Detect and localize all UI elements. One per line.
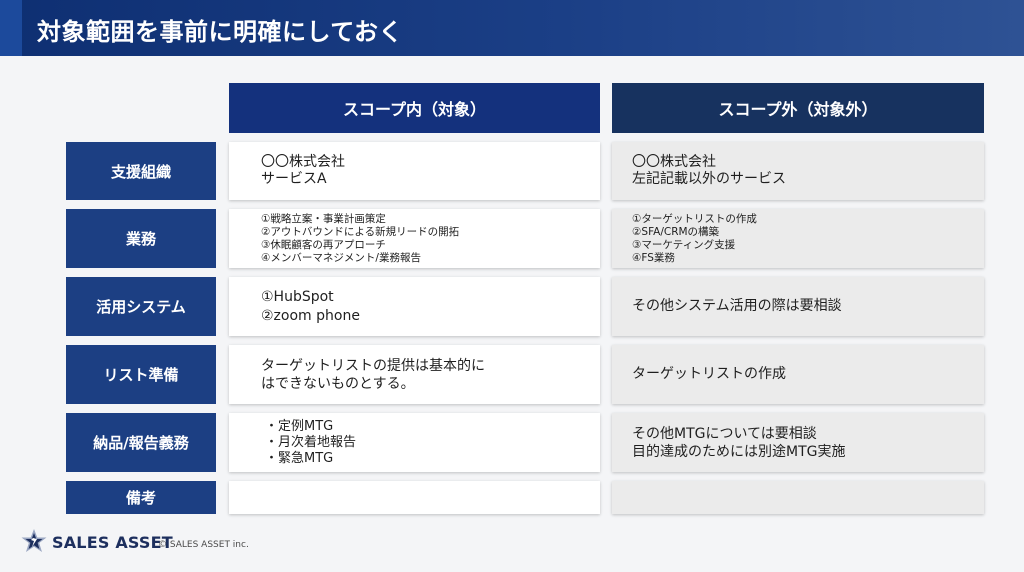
cell-line: ・定例MTG: [265, 418, 334, 434]
row-label-list-prep: リスト準備: [66, 345, 216, 404]
copyright-text: © SALES ASSET inc.: [158, 540, 249, 550]
cell-out-support-org: 〇〇株式会社 左記記載以外のサービス: [612, 142, 984, 200]
cell-line: ①ターゲットリストの作成: [632, 212, 757, 225]
cell-line: ①戦略立案・事業計画策定: [261, 212, 386, 225]
cell-out-notes: [612, 481, 984, 514]
cell-line: サービスA: [261, 171, 327, 187]
cell-line: ②アウトバウンドによる新規リードの開拓: [261, 225, 460, 238]
cell-line: 〇〇株式会社: [632, 154, 716, 170]
cell-out-systems: その他システム活用の際は要相談: [612, 277, 984, 336]
cell-line: 左記記載以外のサービス: [632, 171, 786, 187]
cell-in-systems: ①HubSpot ②zoom phone: [229, 277, 600, 336]
cell-line: 目的達成のためには別途MTG実施: [632, 443, 846, 460]
cell-out-tasks: ①ターゲットリストの作成 ②SFA/CRMの構築 ③マーケティング支援 ④FS業…: [612, 209, 984, 268]
cell-in-tasks: ①戦略立案・事業計画策定 ②アウトバウンドによる新規リードの開拓 ③休眠顧客の再…: [229, 209, 600, 268]
cell-out-list-prep: ターゲットリストの作成: [612, 345, 984, 404]
cell-line: ・緊急MTG: [265, 450, 334, 466]
brand-name: SALES ASSET: [52, 532, 173, 552]
cell-line: その他システム活用の際は要相談: [632, 298, 842, 314]
cell-line: ①HubSpot: [261, 288, 334, 305]
page-title: 対象範囲を事前に明確にしておく: [37, 18, 404, 46]
cell-line: ③休眠顧客の再アプローチ: [261, 238, 386, 251]
header-accent: [0, 0, 22, 56]
cell-in-support-org: 〇〇株式会社 サービスA: [229, 142, 600, 200]
cell-line: その他MTGについては要相談: [632, 425, 817, 442]
row-label-support-org: 支援組織: [66, 142, 216, 200]
cell-line: ・月次着地報告: [265, 434, 357, 450]
cell-in-list-prep: ターゲットリストの提供は基本的に はできないものとする。: [229, 345, 600, 404]
footer-logo: SALES ASSET: [20, 528, 173, 556]
row-label-delivery-report: 納品/報告義務: [66, 413, 216, 472]
cell-line: はできないものとする。: [261, 375, 415, 392]
cell-line: ターゲットリストの提供は基本的に: [261, 357, 485, 374]
header-bar: 対象範囲を事前に明確にしておく: [0, 0, 1024, 56]
cell-line: ②SFA/CRMの構築: [632, 225, 720, 238]
cell-line: ターゲットリストの作成: [632, 366, 786, 382]
row-label-systems: 活用システム: [66, 277, 216, 336]
column-header-in-scope: スコープ内（対象）: [229, 83, 600, 133]
row-label-notes: 備考: [66, 481, 216, 514]
star-logo-icon: [21, 529, 47, 552]
cell-out-delivery-report: その他MTGについては要相談 目的達成のためには別途MTG実施: [612, 413, 984, 472]
cell-in-delivery-report: ・定例MTG ・月次着地報告 ・緊急MTG: [229, 413, 600, 472]
cell-line: 〇〇株式会社: [261, 154, 345, 170]
row-label-tasks: 業務: [66, 209, 216, 268]
cell-line: ②zoom phone: [261, 307, 360, 324]
column-header-out-of-scope: スコープ外（対象外）: [612, 83, 984, 133]
cell-line: ④メンバーマネジメント/業務報告: [261, 251, 421, 264]
cell-line: ④FS業務: [632, 251, 675, 264]
cell-line: ③マーケティング支援: [632, 238, 736, 251]
cell-in-notes: [229, 481, 600, 514]
